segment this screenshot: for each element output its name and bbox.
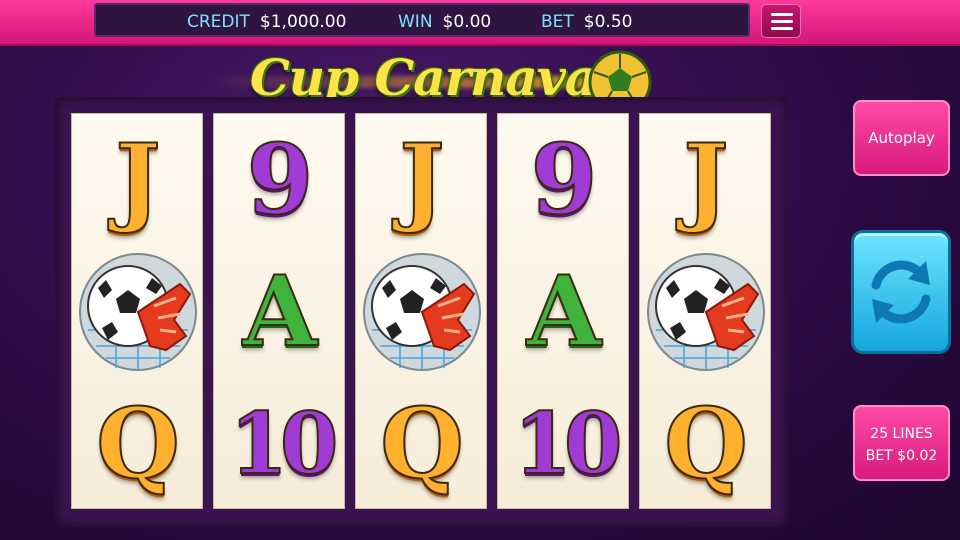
- symbol-text: J: [398, 123, 445, 236]
- symbol-text: 10: [513, 394, 624, 493]
- soccer-ball-glove-icon: [72, 246, 204, 378]
- soccer-ball-glove-icon: [640, 246, 772, 378]
- symbol-text: J: [114, 123, 161, 236]
- win-group: WIN $0.00: [398, 12, 491, 32]
- symbol-text: A: [242, 255, 318, 368]
- symbol-q: Q: [356, 378, 488, 510]
- autoplay-button[interactable]: Autoplay: [853, 100, 950, 176]
- menu-button[interactable]: [761, 4, 801, 38]
- symbol-text: A: [526, 255, 602, 368]
- credit-display: CREDIT $1,000.00 WIN $0.00 BET $0.50: [94, 3, 750, 37]
- reel-5: J Q: [639, 113, 771, 509]
- symbol-text: 9: [530, 123, 599, 236]
- soccer-ball-glove-icon: [356, 246, 488, 378]
- credit-label: CREDIT: [187, 12, 250, 32]
- symbol-10: 10: [214, 378, 346, 510]
- lines-bet-button[interactable]: 25 LINES BET $0.02: [853, 405, 950, 481]
- symbol-j: J: [72, 114, 204, 246]
- symbol-9: 9: [498, 114, 630, 246]
- reel-1: J Q: [71, 113, 203, 509]
- symbol-a: A: [498, 246, 630, 378]
- bet-label: BET: [541, 12, 574, 32]
- bet-value: $0.50: [583, 12, 633, 32]
- reel-3: J Q: [355, 113, 487, 509]
- symbol-j: J: [356, 114, 488, 246]
- refresh-arrows-icon: [871, 260, 931, 324]
- credit-group: CREDIT $1,000.00: [187, 12, 346, 32]
- symbol-text: 9: [246, 123, 315, 236]
- symbol-9: 9: [214, 114, 346, 246]
- credit-value: $1,000.00: [259, 12, 347, 32]
- win-value: $0.00: [442, 12, 492, 32]
- reel-2: 9 A 10: [213, 113, 345, 509]
- symbol-q: Q: [72, 378, 204, 510]
- menu-icon: [771, 13, 793, 16]
- reel-4: 9 A 10: [497, 113, 629, 509]
- symbol-j: J: [640, 114, 772, 246]
- symbol-text: Q: [379, 387, 465, 500]
- bet-per-line-label: BET $0.02: [865, 448, 938, 464]
- symbol-text: 10: [229, 394, 340, 493]
- symbol-text: Q: [663, 387, 749, 500]
- symbol-text: Q: [95, 387, 181, 500]
- symbol-a: A: [214, 246, 346, 378]
- symbol-q: Q: [640, 378, 772, 510]
- symbol-text: J: [682, 123, 729, 236]
- spin-button[interactable]: [851, 230, 951, 354]
- lines-label: 25 LINES: [870, 426, 933, 442]
- win-label: WIN: [398, 12, 433, 32]
- symbol-10: 10: [498, 378, 630, 510]
- bet-group: BET $0.50: [541, 12, 632, 32]
